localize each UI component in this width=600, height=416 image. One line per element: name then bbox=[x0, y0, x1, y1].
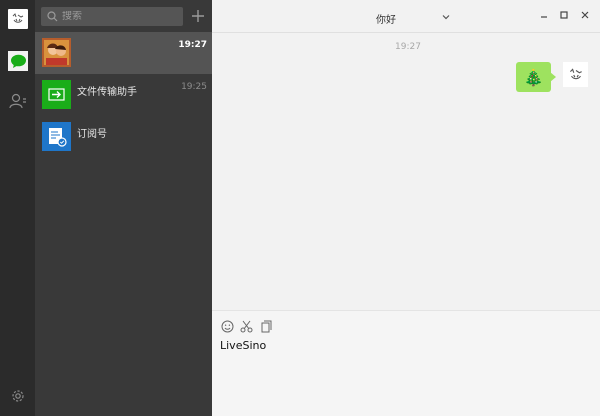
search-icon bbox=[47, 11, 58, 22]
cat-sketch-icon bbox=[12, 13, 24, 23]
contacts-nav-button[interactable] bbox=[8, 91, 28, 111]
message-bubble[interactable]: 🎄 bbox=[516, 62, 556, 92]
contacts-icon bbox=[9, 93, 26, 109]
close-icon bbox=[581, 11, 589, 19]
conversation-item[interactable]: 文件传输助手 19:25 bbox=[35, 74, 212, 116]
scissors-icon bbox=[240, 320, 252, 332]
left-rail bbox=[0, 0, 35, 416]
settings-button[interactable] bbox=[8, 386, 28, 406]
add-button[interactable] bbox=[189, 7, 207, 25]
plus-icon bbox=[192, 10, 204, 22]
conversation-time: 19:25 bbox=[181, 82, 207, 92]
emoji-icon bbox=[221, 320, 233, 332]
cat-sketch-icon bbox=[569, 67, 582, 79]
message-composer: LiveSino bbox=[212, 310, 600, 416]
chat-nav-button[interactable] bbox=[8, 51, 28, 71]
minimize-button[interactable] bbox=[538, 9, 550, 21]
chat-title: 你好 bbox=[376, 15, 396, 26]
message-input[interactable]: LiveSino bbox=[220, 339, 590, 409]
conversation-item[interactable]: 19:27 bbox=[35, 32, 212, 74]
close-button[interactable] bbox=[579, 9, 591, 21]
subscription-icon bbox=[42, 122, 71, 151]
conversation-name: 订阅号 bbox=[77, 129, 107, 140]
emoji-button[interactable] bbox=[220, 319, 234, 333]
chevron-down-icon[interactable] bbox=[440, 11, 452, 23]
screenshot-button[interactable] bbox=[239, 319, 253, 333]
message-emoji: 🎄 bbox=[523, 67, 544, 87]
search-box[interactable] bbox=[41, 7, 183, 26]
minimize-icon bbox=[541, 16, 547, 18]
my-avatar[interactable] bbox=[563, 62, 588, 87]
chat-titlebar: 你好 bbox=[212, 0, 600, 33]
conversation-name: 文件传输助手 bbox=[77, 87, 137, 98]
maximize-button[interactable] bbox=[558, 9, 570, 21]
message-timestamp: 19:27 bbox=[395, 42, 421, 52]
send-file-button[interactable] bbox=[259, 319, 273, 333]
conversation-list: 19:27 文件传输助手 19:25 订阅号 bbox=[35, 0, 212, 416]
user-avatar[interactable] bbox=[8, 9, 28, 29]
settings-icon bbox=[12, 390, 24, 402]
file-transfer-icon bbox=[42, 80, 71, 109]
chat-panel: 你好 19:27 🎄 LiveSino bbox=[212, 0, 600, 416]
file-icon bbox=[261, 320, 271, 332]
conversation-item[interactable]: 订阅号 bbox=[35, 116, 212, 158]
contact-photo-avatar bbox=[42, 38, 71, 67]
search-input[interactable] bbox=[62, 11, 172, 22]
maximize-icon bbox=[560, 11, 568, 19]
chat-icon bbox=[10, 54, 26, 68]
conversation-time: 19:27 bbox=[178, 40, 207, 50]
